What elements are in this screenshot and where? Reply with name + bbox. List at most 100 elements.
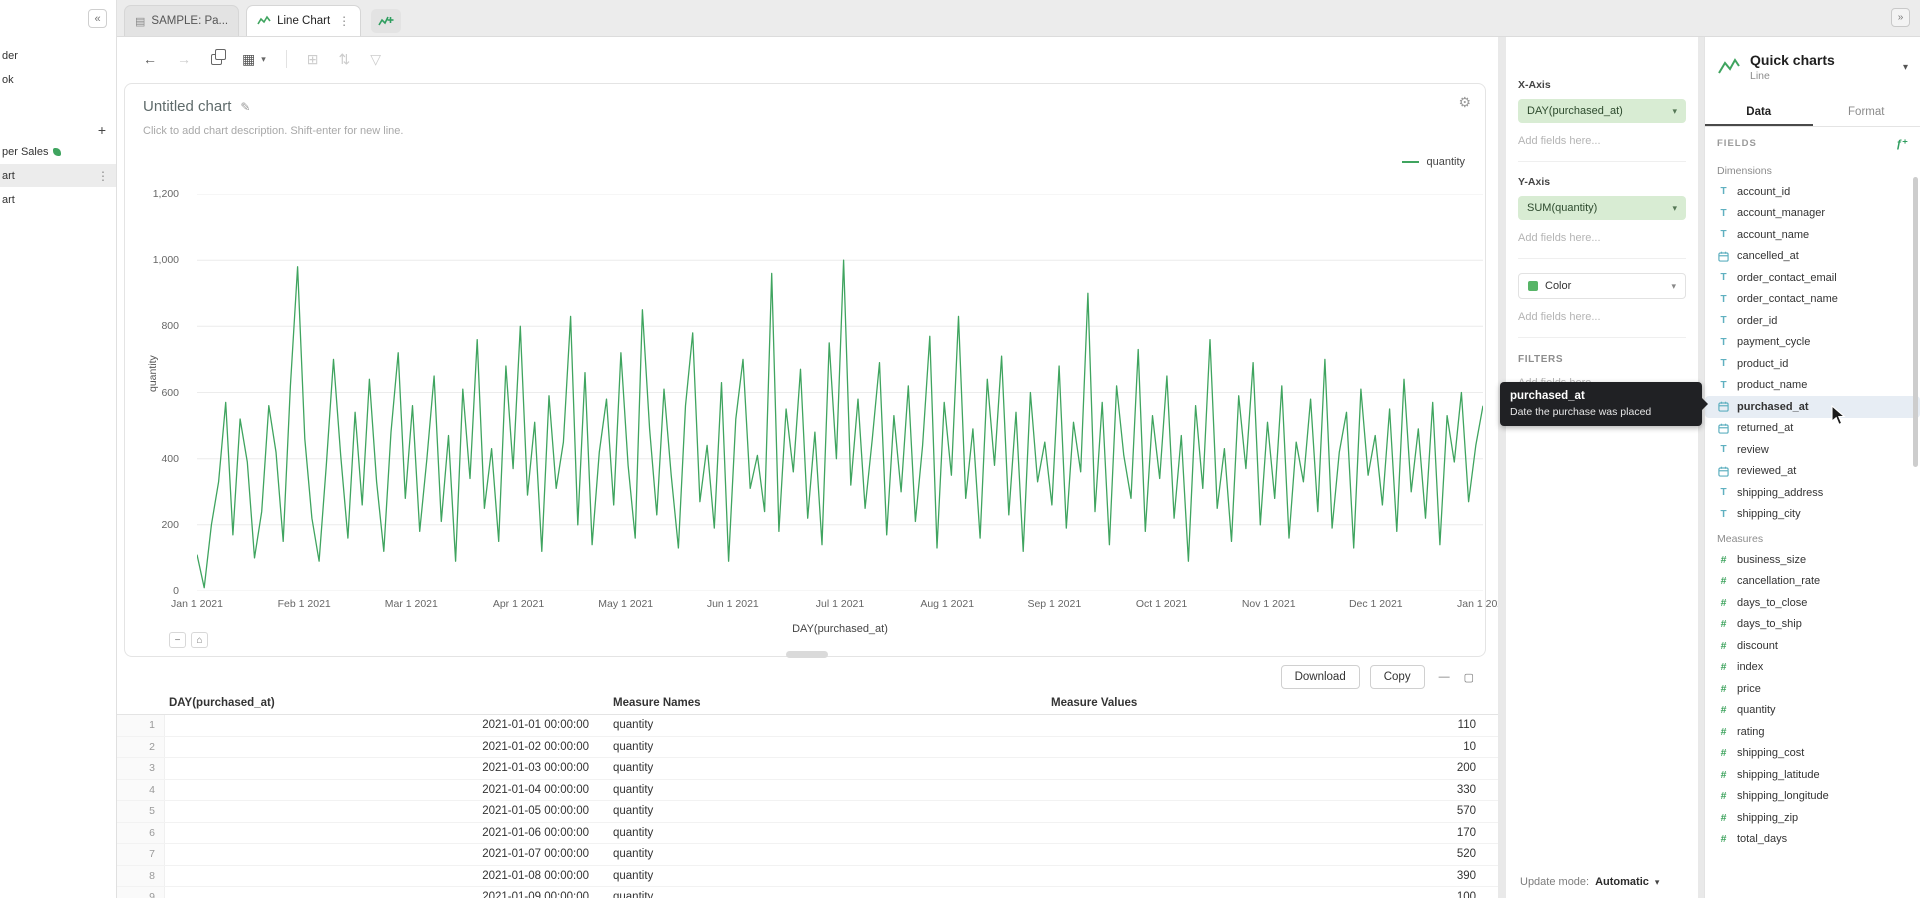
dimension-field-shipping_address[interactable]: Tshipping_address (1705, 482, 1920, 504)
measure-field-rating[interactable]: #rating (1705, 721, 1920, 743)
cell-measure-value: 200 (1045, 762, 1481, 774)
grid-view-icon[interactable]: ▦ (242, 51, 255, 68)
y-axis-add-fields[interactable]: Add fields here... (1518, 232, 1686, 259)
dimension-field-order_id[interactable]: Torder_id (1705, 310, 1920, 332)
sidebar-item-ok[interactable]: ok (0, 68, 116, 91)
dimension-field-account_manager[interactable]: Taccount_manager (1705, 203, 1920, 225)
copy-button[interactable]: Copy (1370, 665, 1425, 689)
undo-icon[interactable]: ← (143, 51, 157, 67)
table-row[interactable]: 52021-01-05 00:00:00quantity570 (117, 801, 1498, 823)
field-name: order_contact_email (1737, 272, 1837, 284)
dimension-field-product_id[interactable]: Tproduct_id (1705, 353, 1920, 375)
sidebar-collapse-icon[interactable]: « (88, 9, 107, 28)
zoom-out-button[interactable]: − (169, 632, 186, 648)
dimension-field-review[interactable]: Treview (1705, 439, 1920, 461)
y-axis-section-label: Y-Axis (1518, 176, 1686, 188)
expand-table-icon[interactable]: ▢ (1464, 671, 1474, 684)
collapse-table-icon[interactable]: — (1439, 671, 1450, 683)
x-axis-field-pill[interactable]: DAY(purchased_at) ▾ (1518, 99, 1686, 123)
dimension-field-reviewed_at[interactable]: reviewed_at (1705, 461, 1920, 483)
table-row[interactable]: 72021-01-07 00:00:00quantity520 (117, 844, 1498, 866)
table-row[interactable]: 92021-01-09 00:00:00quantity100 (117, 887, 1498, 898)
tab-menu-icon[interactable]: ⋮ (338, 14, 350, 28)
dimension-field-product_name[interactable]: Tproduct_name (1705, 375, 1920, 397)
field-name: product_name (1737, 379, 1807, 391)
calendar-icon (1717, 423, 1730, 434)
tab-sample-page[interactable]: ▤ SAMPLE: Pa... (124, 5, 239, 36)
measure-field-shipping_latitude[interactable]: #shipping_latitude (1705, 764, 1920, 786)
column-header[interactable]: DAY(purchased_at) (165, 697, 605, 709)
cell-measure-value: 110 (1045, 719, 1481, 731)
measure-field-index[interactable]: #index (1705, 657, 1920, 679)
dimension-field-cancelled_at[interactable]: cancelled_at (1705, 246, 1920, 268)
table-row[interactable]: 32021-01-03 00:00:00quantity200 (117, 758, 1498, 780)
chart-title[interactable]: Untitled chart (143, 98, 231, 115)
measure-field-quantity[interactable]: #quantity (1705, 700, 1920, 722)
table-row[interactable]: 12021-01-01 00:00:00quantity110 (117, 715, 1498, 737)
right-panel-toggle-icon[interactable]: » (1891, 8, 1910, 27)
chart-settings-gear-icon[interactable]: ⚙ (1458, 94, 1471, 111)
table-row[interactable]: 62021-01-06 00:00:00quantity170 (117, 823, 1498, 845)
sidebar-item-per-sales[interactable]: per Sales (0, 140, 116, 163)
color-section-row[interactable]: Color ▾ (1518, 273, 1686, 299)
sidebar-item-art[interactable]: art⋮ (0, 164, 116, 187)
chevron-down-icon[interactable]: ▾ (1655, 877, 1660, 888)
dimension-field-shipping_city[interactable]: Tshipping_city (1705, 504, 1920, 526)
chevron-down-icon[interactable]: ▾ (1671, 281, 1676, 292)
cell-measure-name: quantity (605, 805, 1045, 817)
add-formula-icon[interactable]: ƒ⁺ (1896, 137, 1908, 150)
chevron-down-icon[interactable]: ▾ (1672, 203, 1677, 214)
table-row[interactable]: 22021-01-02 00:00:00quantity10 (117, 737, 1498, 759)
chevron-down-icon[interactable]: ▾ (1672, 106, 1677, 117)
tab-data[interactable]: Data (1705, 97, 1813, 126)
field-name: shipping_address (1737, 487, 1823, 499)
line-chart-plot[interactable] (197, 194, 1483, 591)
chart-description-placeholder[interactable]: Click to add chart description. Shift-en… (143, 125, 403, 137)
dimension-field-account_name[interactable]: Taccount_name (1705, 224, 1920, 246)
measure-field-days_to_ship[interactable]: #days_to_ship (1705, 614, 1920, 636)
leaf-icon (53, 148, 61, 156)
sidebar-add-button[interactable]: + (98, 122, 106, 138)
text-type-icon: T (1717, 444, 1730, 455)
column-header[interactable]: Measure Values (1045, 697, 1481, 709)
table-row[interactable]: 82021-01-08 00:00:00quantity390 (117, 866, 1498, 888)
measure-field-shipping_cost[interactable]: #shipping_cost (1705, 743, 1920, 765)
item-menu-icon[interactable]: ⋮ (97, 169, 109, 183)
dimension-field-account_id[interactable]: Taccount_id (1705, 181, 1920, 203)
color-add-fields[interactable]: Add fields here... (1518, 311, 1686, 338)
sidebar-item-art[interactable]: art (0, 188, 116, 211)
grid-view-caret-icon[interactable]: ▾ (261, 54, 266, 65)
x-axis-add-fields[interactable]: Add fields here... (1518, 135, 1686, 162)
dimension-field-order_contact_email[interactable]: Torder_contact_email (1705, 267, 1920, 289)
update-mode-control[interactable]: Update mode: Automatic ▾ (1520, 876, 1659, 888)
measure-field-shipping_longitude[interactable]: #shipping_longitude (1705, 786, 1920, 808)
measure-field-total_days[interactable]: #total_days (1705, 829, 1920, 851)
measure-field-days_to_close[interactable]: #days_to_close (1705, 592, 1920, 614)
measure-field-shipping_zip[interactable]: #shipping_zip (1705, 807, 1920, 829)
download-button[interactable]: Download (1281, 665, 1360, 689)
dimension-field-returned_at[interactable]: returned_at (1705, 418, 1920, 440)
new-chart-tab-button[interactable] (371, 9, 401, 33)
measure-field-cancellation_rate[interactable]: #cancellation_rate (1705, 571, 1920, 593)
column-header[interactable]: Measure Names (605, 697, 1045, 709)
scrollbar-thumb[interactable] (1913, 177, 1918, 467)
y-axis-field-pill[interactable]: SUM(quantity) ▾ (1518, 196, 1686, 220)
tab-format[interactable]: Format (1813, 97, 1920, 126)
measure-field-business_size[interactable]: #business_size (1705, 549, 1920, 571)
dimension-field-order_contact_name[interactable]: Torder_contact_name (1705, 289, 1920, 311)
panel-resize-handle[interactable] (786, 651, 828, 658)
reset-zoom-button[interactable]: ⌂ (191, 632, 208, 648)
measure-field-price[interactable]: #price (1705, 678, 1920, 700)
tab-line-chart[interactable]: Line Chart ⋮ (246, 5, 361, 36)
edit-title-icon[interactable]: ✎ (240, 100, 250, 114)
update-mode-value[interactable]: Automatic (1595, 876, 1649, 888)
chevron-down-icon[interactable]: ▾ (1903, 62, 1908, 73)
measure-field-discount[interactable]: #discount (1705, 635, 1920, 657)
dimension-field-payment_cycle[interactable]: Tpayment_cycle (1705, 332, 1920, 354)
sidebar-item-der[interactable]: der (0, 44, 116, 67)
dimension-field-purchased_at[interactable]: purchased_at (1705, 396, 1920, 418)
table-row[interactable]: 42021-01-04 00:00:00quantity330 (117, 780, 1498, 802)
duplicate-icon[interactable] (211, 54, 222, 65)
cell-measure-name: quantity (605, 848, 1045, 860)
field-name: shipping_cost (1737, 747, 1804, 759)
